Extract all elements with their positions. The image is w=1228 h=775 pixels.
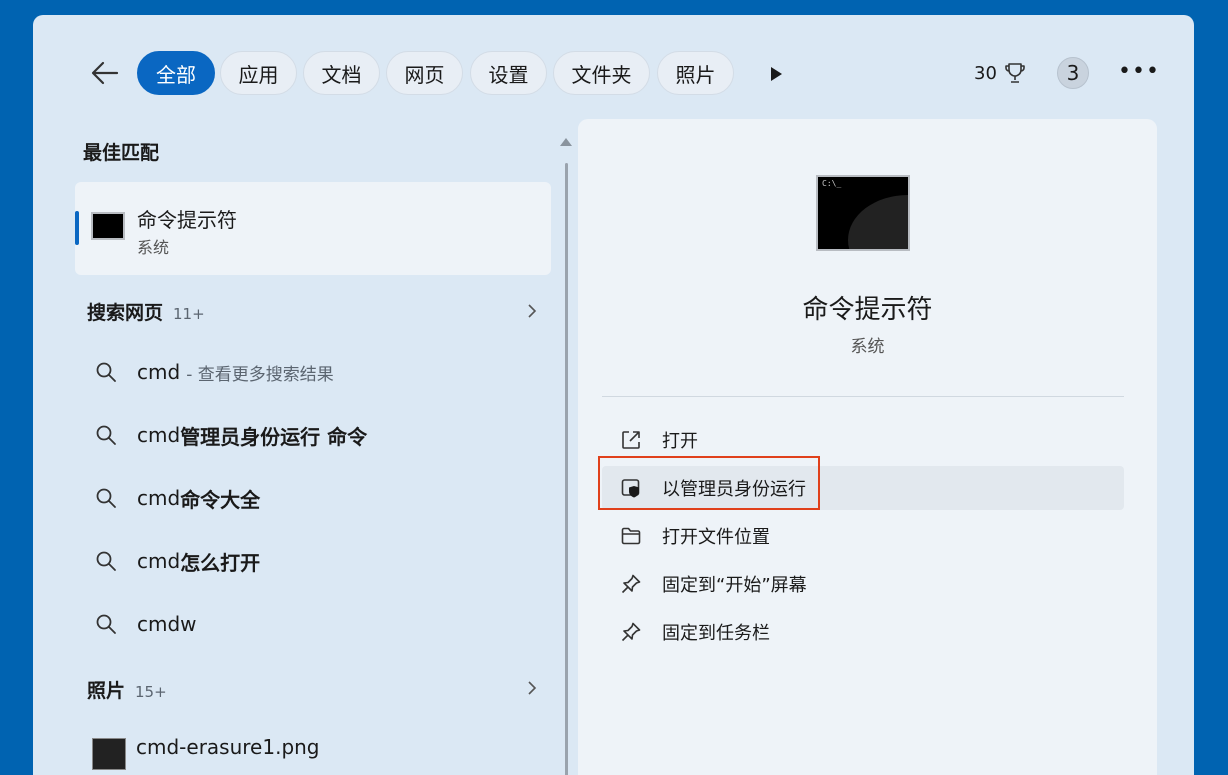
web-result-bold-text: 命令大全 xyxy=(180,487,261,512)
selection-indicator xyxy=(75,211,79,245)
pin-icon xyxy=(621,574,641,594)
trophy-icon xyxy=(1005,63,1025,83)
tab-folders[interactable]: 文件夹 xyxy=(553,51,650,95)
web-result-text: cmd xyxy=(137,360,181,384)
web-result-1[interactable]: cmd - 查看更多搜索结果 xyxy=(95,352,334,392)
detail-title: 命令提示符 xyxy=(802,295,933,325)
action-label: 固定到任务栏 xyxy=(662,623,770,644)
command-prompt-large-icon: C:\_ xyxy=(816,175,910,251)
search-icon xyxy=(96,362,116,382)
web-result-5[interactable]: cmdw xyxy=(95,604,197,644)
admin-shield-icon xyxy=(621,479,640,498)
action-label: 打开 xyxy=(662,431,698,452)
chevron-right-icon[interactable] xyxy=(525,681,539,695)
folder-icon xyxy=(621,527,641,545)
back-arrow-icon[interactable] xyxy=(89,57,121,89)
web-result-text: cmd xyxy=(137,423,181,447)
web-search-heading-label: 搜索网页 xyxy=(87,302,164,324)
best-match-subtitle: 系统 xyxy=(137,238,170,257)
photo-thumbnail[interactable] xyxy=(92,738,126,770)
rewards-points[interactable]: 30 xyxy=(974,61,1027,85)
pin-icon xyxy=(621,622,641,642)
search-icon xyxy=(96,425,116,445)
notification-badge[interactable]: 3 xyxy=(1057,57,1089,89)
web-result-3[interactable]: cmd 命令大全 xyxy=(95,478,260,518)
action-label: 以管理员身份运行 xyxy=(662,479,806,500)
detail-pane: C:\_ 命令提示符 系统 打开 以管理员身份运行 打开文件位置 固定到“开始”… xyxy=(578,119,1157,775)
web-result-text: cmdw xyxy=(137,612,197,636)
best-match-result[interactable]: 命令提示符 系统 xyxy=(75,182,551,275)
more-options-button[interactable]: ••• xyxy=(1118,59,1160,84)
scrollbar-thumb[interactable] xyxy=(565,163,568,775)
action-open-file-location[interactable]: 打开文件位置 xyxy=(602,514,1124,558)
action-label: 打开文件位置 xyxy=(662,527,770,548)
best-match-heading: 最佳匹配 xyxy=(83,142,160,164)
web-search-count: 11+ xyxy=(173,305,205,323)
web-result-bold-text: 怎么打开 xyxy=(180,550,261,575)
action-pin-to-start[interactable]: 固定到“开始”屏幕 xyxy=(602,562,1124,606)
command-prompt-icon xyxy=(91,212,125,240)
search-icon xyxy=(96,488,116,508)
action-pin-to-taskbar[interactable]: 固定到任务栏 xyxy=(602,610,1124,654)
tab-settings[interactable]: 设置 xyxy=(470,51,547,95)
photos-heading-label: 照片 xyxy=(87,680,126,702)
web-result-bold-text: 管理员身份运行 命令 xyxy=(180,424,368,449)
web-result-text: cmd xyxy=(137,549,181,573)
photos-count: 15+ xyxy=(135,683,167,701)
action-label: 固定到“开始”屏幕 xyxy=(662,575,807,596)
tab-documents[interactable]: 文档 xyxy=(303,51,380,95)
search-icon xyxy=(96,614,116,634)
action-open[interactable]: 打开 xyxy=(602,418,1124,462)
web-result-text: cmd xyxy=(137,486,181,510)
tab-web[interactable]: 网页 xyxy=(386,51,463,95)
web-search-heading: 搜索网页 11+ xyxy=(87,298,205,325)
chevron-right-icon[interactable] xyxy=(525,304,539,318)
detail-subtitle: 系统 xyxy=(850,337,885,357)
photo-result-name[interactable]: cmd-erasure1.png xyxy=(136,735,320,759)
divider xyxy=(602,396,1124,397)
play-icon[interactable] xyxy=(766,64,786,84)
points-value: 30 xyxy=(974,62,997,84)
open-external-icon xyxy=(622,431,640,449)
tab-photos[interactable]: 照片 xyxy=(657,51,734,95)
command-prompt-icon-text: C:\_ xyxy=(822,179,842,188)
web-result-hint: - 查看更多搜索结果 xyxy=(186,364,334,385)
scroll-up-arrow[interactable] xyxy=(560,138,572,146)
action-run-as-admin[interactable]: 以管理员身份运行 xyxy=(602,466,1124,510)
tab-all[interactable]: 全部 xyxy=(137,51,215,95)
best-match-title: 命令提示符 xyxy=(137,208,237,232)
search-panel: 全部 应用 文档 网页 设置 文件夹 照片 30 3 ••• 最佳匹配 命令提示… xyxy=(33,15,1194,775)
photos-heading: 照片 15+ xyxy=(87,676,167,703)
web-result-2[interactable]: cmd 管理员身份运行 命令 xyxy=(95,415,367,455)
tab-apps[interactable]: 应用 xyxy=(220,51,297,95)
web-result-4[interactable]: cmd 怎么打开 xyxy=(95,541,260,581)
search-icon xyxy=(96,551,116,571)
